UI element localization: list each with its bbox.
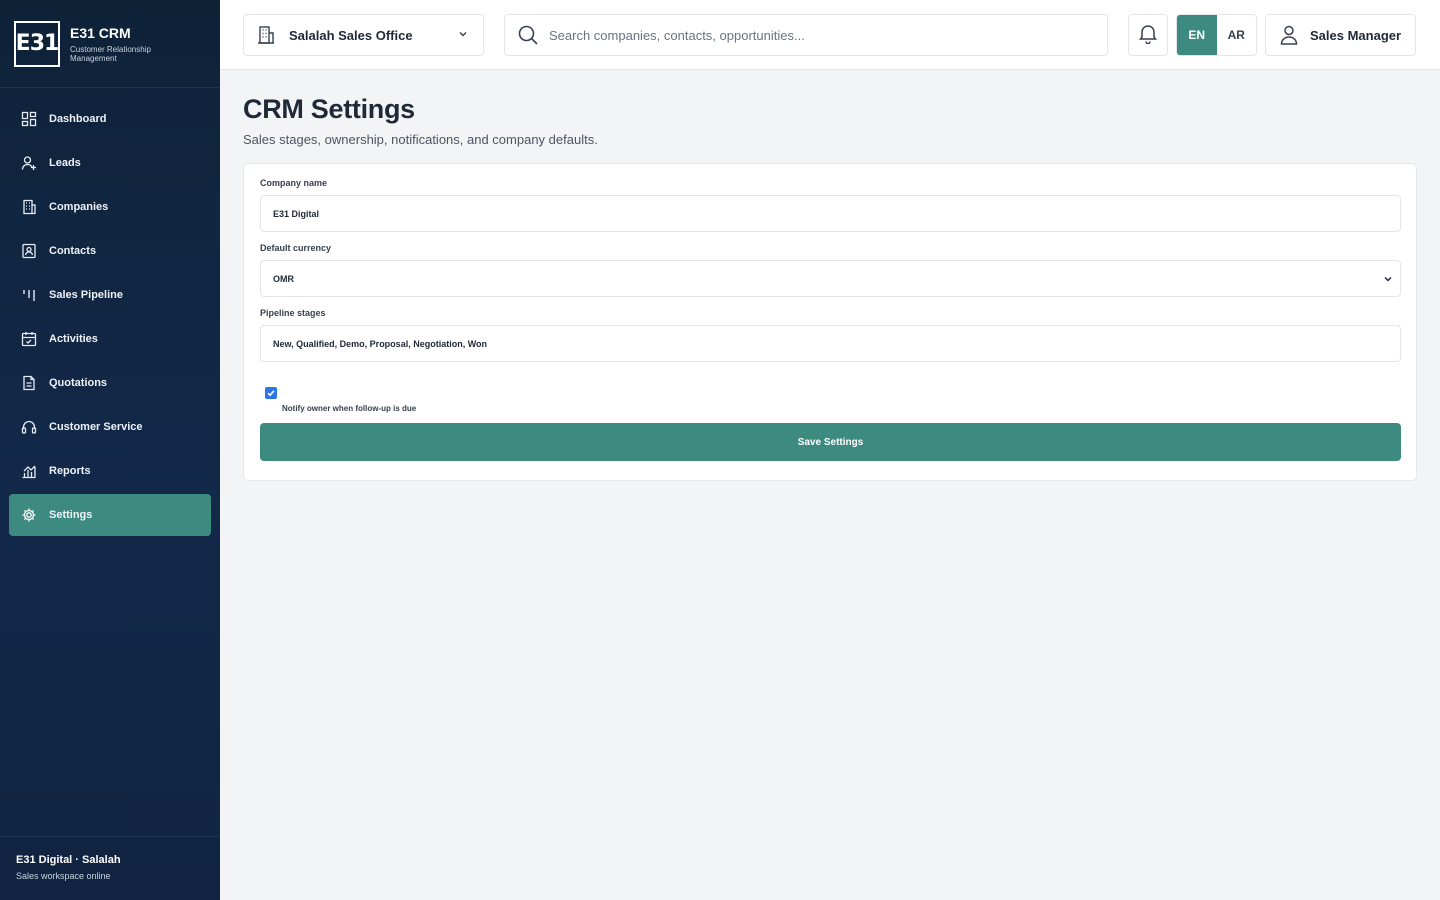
sidebar: E31 E31 CRM Customer Relationship Manage… xyxy=(0,0,220,900)
topbar: Salalah Sales Office EN AR Sales Manager xyxy=(220,0,1440,70)
pipeline-stages-label: Pipeline stages xyxy=(260,308,326,318)
sidebar-item-label: Reports xyxy=(49,465,91,477)
search-input[interactable] xyxy=(549,27,1069,43)
company-name-value: E31 Digital xyxy=(273,208,320,219)
user-role: Sales Manager xyxy=(1310,27,1402,43)
main-content: CRM Settings Sales stages, ownership, no… xyxy=(243,70,1417,481)
office-selector[interactable]: Salalah Sales Office xyxy=(243,14,484,56)
chart-icon xyxy=(21,463,37,479)
sidebar-item-sales-pipeline[interactable]: Sales Pipeline xyxy=(9,274,211,316)
headset-icon xyxy=(21,419,37,435)
notifications-button[interactable] xyxy=(1128,14,1168,56)
chevron-down-icon xyxy=(1382,273,1394,287)
pipeline-stages-field[interactable]: New, Qualified, Demo, Proposal, Negotiat… xyxy=(260,325,1401,362)
notify-owner-checkbox[interactable] xyxy=(265,387,277,399)
pipeline-stages-value: New, Qualified, Demo, Proposal, Negotiat… xyxy=(273,338,488,349)
chevron-down-icon xyxy=(457,28,469,43)
lang-en-button[interactable]: EN xyxy=(1177,15,1217,55)
pipeline-icon xyxy=(21,287,37,303)
workspace-status: Sales workspace online xyxy=(16,871,111,881)
grid-icon xyxy=(21,111,37,127)
brand-title: E31 CRM xyxy=(70,24,131,41)
building-icon xyxy=(256,25,276,45)
sidebar-item-label: Quotations xyxy=(49,377,108,389)
user-menu[interactable]: Sales Manager xyxy=(1265,14,1416,56)
logo: E31 xyxy=(14,20,60,67)
sidebar-item-quotations[interactable]: Quotations xyxy=(9,362,211,404)
company-name-label: Company name xyxy=(260,178,328,188)
search-icon xyxy=(517,24,539,46)
notify-owner-label: Notify owner when follow-up is due xyxy=(282,404,417,413)
sidebar-item-label: Dashboard xyxy=(49,113,107,125)
gear-icon xyxy=(21,507,37,523)
save-settings-button[interactable]: Save Settings xyxy=(260,423,1401,461)
sidebar-item-reports[interactable]: Reports xyxy=(9,450,211,492)
currency-label: Default currency xyxy=(260,243,332,253)
sidebar-item-label: Settings xyxy=(49,509,93,521)
sidebar-item-activities[interactable]: Activities xyxy=(9,318,211,360)
currency-value: OMR xyxy=(273,273,294,284)
user-icon xyxy=(1278,24,1300,46)
office-name: Salalah Sales Office xyxy=(289,27,413,43)
lang-ar-button[interactable]: AR xyxy=(1217,15,1257,55)
settings-form: Company name E31 Digital Default currenc… xyxy=(243,163,1417,481)
currency-select[interactable]: OMR xyxy=(260,260,1401,297)
calendar-icon xyxy=(21,331,37,347)
sidebar-item-customer-service[interactable]: Customer Service xyxy=(9,406,211,448)
brand-subtitle: Customer Relationship Management xyxy=(70,44,151,63)
sidebar-item-label: Contacts xyxy=(49,245,97,257)
sidebar-item-label: Leads xyxy=(49,157,81,169)
page-title: CRM Settings xyxy=(243,94,415,124)
bell-icon xyxy=(1137,22,1159,49)
language-switcher: EN AR xyxy=(1176,14,1257,56)
sidebar-item-dashboard[interactable]: Dashboard xyxy=(9,98,211,140)
sidebar-footer: E31 Digital · Salalah Sales workspace on… xyxy=(0,836,220,900)
sidebar-item-contacts[interactable]: Contacts xyxy=(9,230,211,272)
document-icon xyxy=(21,375,37,391)
sidebar-item-label: Customer Service xyxy=(49,421,143,433)
check-icon xyxy=(267,390,275,397)
sidebar-item-settings[interactable]: Settings xyxy=(9,494,211,536)
sidebar-item-leads[interactable]: Leads xyxy=(9,142,211,184)
building-icon xyxy=(21,199,37,215)
sidebar-nav: Dashboard Leads Companies Contacts Sales… xyxy=(0,88,220,536)
workspace-name: E31 Digital · Salalah xyxy=(16,854,121,866)
sidebar-item-label: Sales Pipeline xyxy=(49,289,123,301)
sidebar-item-label: Companies xyxy=(49,201,109,213)
user-plus-icon xyxy=(21,155,37,171)
search-box[interactable] xyxy=(504,14,1108,56)
sidebar-item-label: Activities xyxy=(49,333,98,345)
page-subtitle: Sales stages, ownership, notifications, … xyxy=(243,132,598,147)
company-name-field[interactable]: E31 Digital xyxy=(260,195,1401,232)
sidebar-item-companies[interactable]: Companies xyxy=(9,186,211,228)
brand[interactable]: E31 E31 CRM Customer Relationship Manage… xyxy=(0,0,220,88)
contact-card-icon xyxy=(21,243,37,259)
